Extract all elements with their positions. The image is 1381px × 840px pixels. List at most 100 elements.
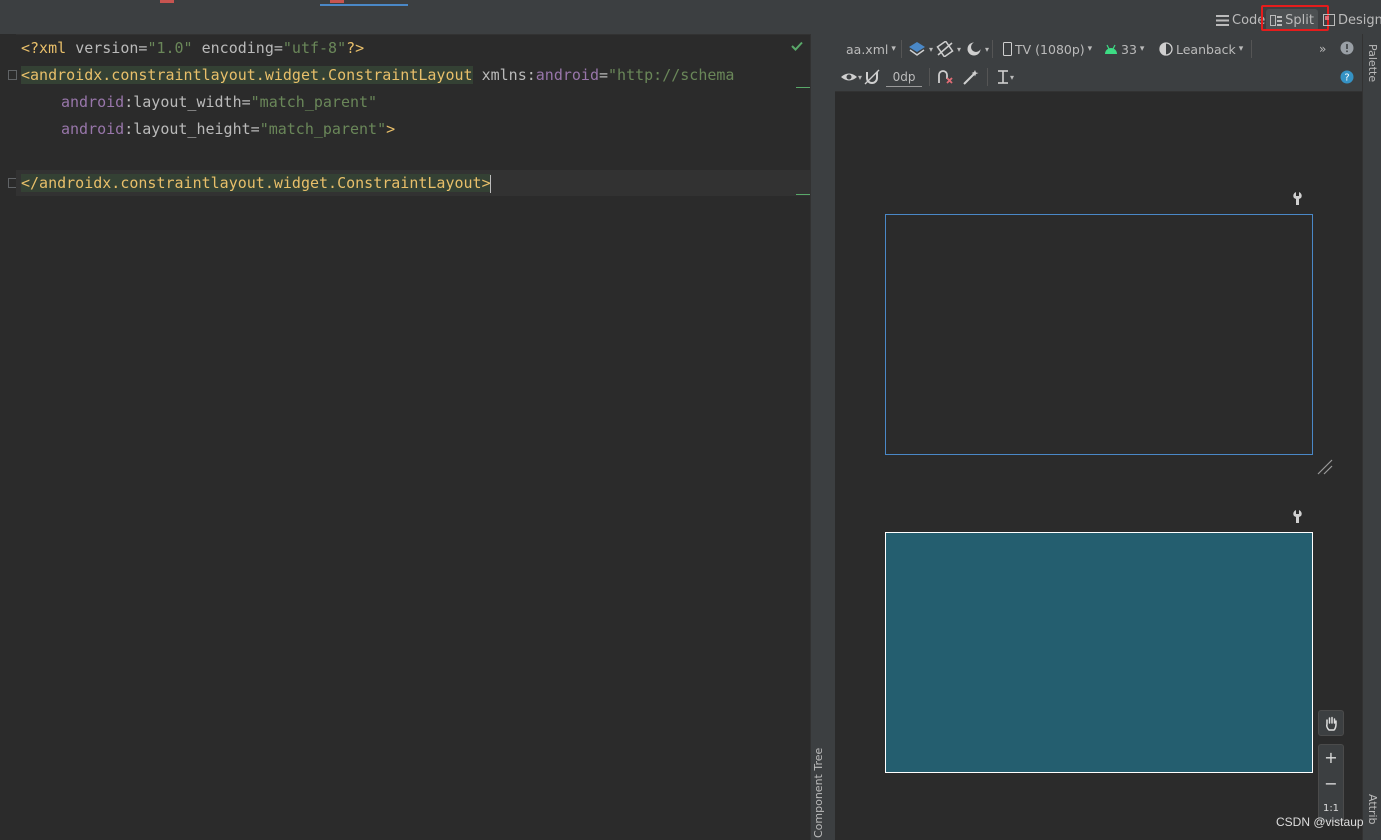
eye-icon xyxy=(841,73,857,81)
file-selector[interactable]: aa.xml ▾ xyxy=(846,40,896,58)
value-version: "1.0" xyxy=(147,39,193,57)
chevron-down-icon: ▾ xyxy=(957,44,962,54)
chevron-down-icon: ▾ xyxy=(1010,72,1015,82)
attr-encoding: encoding xyxy=(201,39,274,57)
api-level-selector[interactable]: 33 ▾ xyxy=(1104,40,1144,58)
magnet-off-icon[interactable] xyxy=(864,69,880,85)
clear-constraints-icon[interactable] xyxy=(936,69,954,85)
double-chevron-right-icon: » xyxy=(1319,42,1327,56)
equals: = xyxy=(250,120,260,138)
zoom-out-button[interactable]: − xyxy=(1318,770,1344,796)
warning-icon[interactable] xyxy=(1340,41,1354,55)
check-icon[interactable] xyxy=(790,40,804,52)
component-tree-strip[interactable] xyxy=(810,34,836,840)
design-view[interactable] xyxy=(885,532,1313,773)
code-line-6: </androidx.constraintlayout.widget.Const… xyxy=(21,170,491,197)
chevron-down-icon: ▾ xyxy=(1139,44,1145,54)
tab-file-marker[interactable] xyxy=(160,0,174,3)
value-schema: "http://schema xyxy=(608,66,735,84)
theme-label: Leanback xyxy=(1176,41,1236,57)
minus-icon: − xyxy=(1324,773,1338,793)
attributes-tab[interactable]: Attrib xyxy=(1366,794,1379,825)
pan-button[interactable] xyxy=(1318,710,1344,736)
toolbar-separator xyxy=(929,68,930,86)
default-margin-field[interactable]: 0dp xyxy=(886,68,922,87)
orientation-button[interactable]: ▾ xyxy=(936,40,961,58)
toolbar-separator xyxy=(1251,40,1252,58)
guidelines-button[interactable]: ▾ xyxy=(996,68,1014,86)
code-line-4: android:layout_height="match_parent"> xyxy=(61,116,395,143)
code-line-3: android:layout_width="match_parent" xyxy=(61,89,377,116)
device-label: TV (1080p) xyxy=(1015,41,1085,57)
watermark: CSDN @vistaup xyxy=(1276,815,1364,829)
palette-tab[interactable]: Palette xyxy=(1366,44,1379,82)
toolbar-separator xyxy=(987,68,988,86)
colon: : xyxy=(124,93,134,111)
wrench-icon[interactable] xyxy=(1292,509,1306,524)
xml-decl-open: <?xml xyxy=(21,39,76,57)
tab-file-marker[interactable] xyxy=(330,0,344,3)
equals: = xyxy=(241,93,251,111)
overflow-button[interactable]: » xyxy=(1319,40,1326,58)
right-tool-strip xyxy=(1362,34,1381,840)
chevron-down-icon: ▾ xyxy=(891,44,896,54)
device-selector[interactable]: TV (1080p) ▾ xyxy=(1003,40,1092,58)
magic-wand-icon[interactable] xyxy=(962,69,980,85)
plus-icon: + xyxy=(1324,748,1338,767)
colon: : xyxy=(526,66,536,84)
value-match-parent: "match_parent" xyxy=(259,120,387,138)
chevron-down-icon: ▾ xyxy=(1087,44,1093,54)
editor-gutter xyxy=(0,34,16,840)
moon-icon xyxy=(967,42,981,56)
phone-icon xyxy=(1003,42,1012,56)
guideline-icon xyxy=(998,70,1008,84)
rotate-device-icon xyxy=(936,41,954,57)
layers-button[interactable]: ▾ xyxy=(908,40,933,58)
chevron-down-icon: ▾ xyxy=(858,72,863,82)
blueprint-view[interactable] xyxy=(885,214,1313,455)
ns-android: android xyxy=(61,93,125,111)
equals: = xyxy=(598,66,609,84)
component-tree-label[interactable]: Component Tree xyxy=(812,748,825,838)
design-mode-button[interactable]: Design xyxy=(1319,9,1381,31)
chevron-down-icon: ▾ xyxy=(1238,44,1244,54)
code-line-2: <androidx.constraintlayout.widget.Constr… xyxy=(21,62,734,89)
xml-decl-close: ?> xyxy=(346,39,365,57)
change-marker xyxy=(796,87,810,88)
colon: : xyxy=(124,120,134,138)
open-tag: <androidx.constraintlayout.widget.Constr… xyxy=(21,66,473,84)
close-tag: </androidx.constraintlayout.widget.Const… xyxy=(21,174,491,192)
value-match-parent: "match_parent" xyxy=(250,93,378,111)
change-marker xyxy=(796,194,810,195)
toolbar-separator xyxy=(901,40,902,58)
svg-text:?: ? xyxy=(1344,73,1349,84)
theme-selector[interactable]: Leanback ▾ xyxy=(1159,40,1243,58)
design-view-icon xyxy=(1323,14,1335,26)
attr-layout-height: layout_height xyxy=(133,120,251,138)
hand-icon xyxy=(1326,716,1337,731)
attr-layout-width: layout_width xyxy=(133,93,242,111)
equals: = xyxy=(273,39,283,57)
layers-icon xyxy=(909,42,925,56)
night-mode-button[interactable]: ▾ xyxy=(966,40,989,58)
tag-close: > xyxy=(386,120,396,138)
value-encoding: "utf-8" xyxy=(282,39,347,57)
text-caret xyxy=(490,175,491,193)
toolbar-separator xyxy=(992,40,993,58)
fold-marker-icon[interactable] xyxy=(8,70,17,80)
resize-handle-icon[interactable] xyxy=(1316,458,1334,476)
chevron-down-icon: ▾ xyxy=(985,44,990,54)
api-level-label: 33 xyxy=(1121,41,1137,57)
file-label: aa.xml xyxy=(846,41,889,57)
android-icon xyxy=(1105,44,1117,54)
editor-header xyxy=(0,6,1381,35)
help-icon[interactable]: ? xyxy=(1340,70,1354,84)
chevron-down-icon: ▾ xyxy=(929,44,934,54)
zoom-in-button[interactable]: + xyxy=(1318,744,1344,770)
code-editor[interactable]: <?xml version="1.0" encoding="utf-8"?> <… xyxy=(0,34,810,840)
one-to-one-label: 1:1 xyxy=(1322,803,1340,814)
wrench-icon[interactable] xyxy=(1292,191,1306,206)
view-options-button[interactable]: ▾ xyxy=(840,68,862,86)
lines-icon xyxy=(1216,14,1229,26)
